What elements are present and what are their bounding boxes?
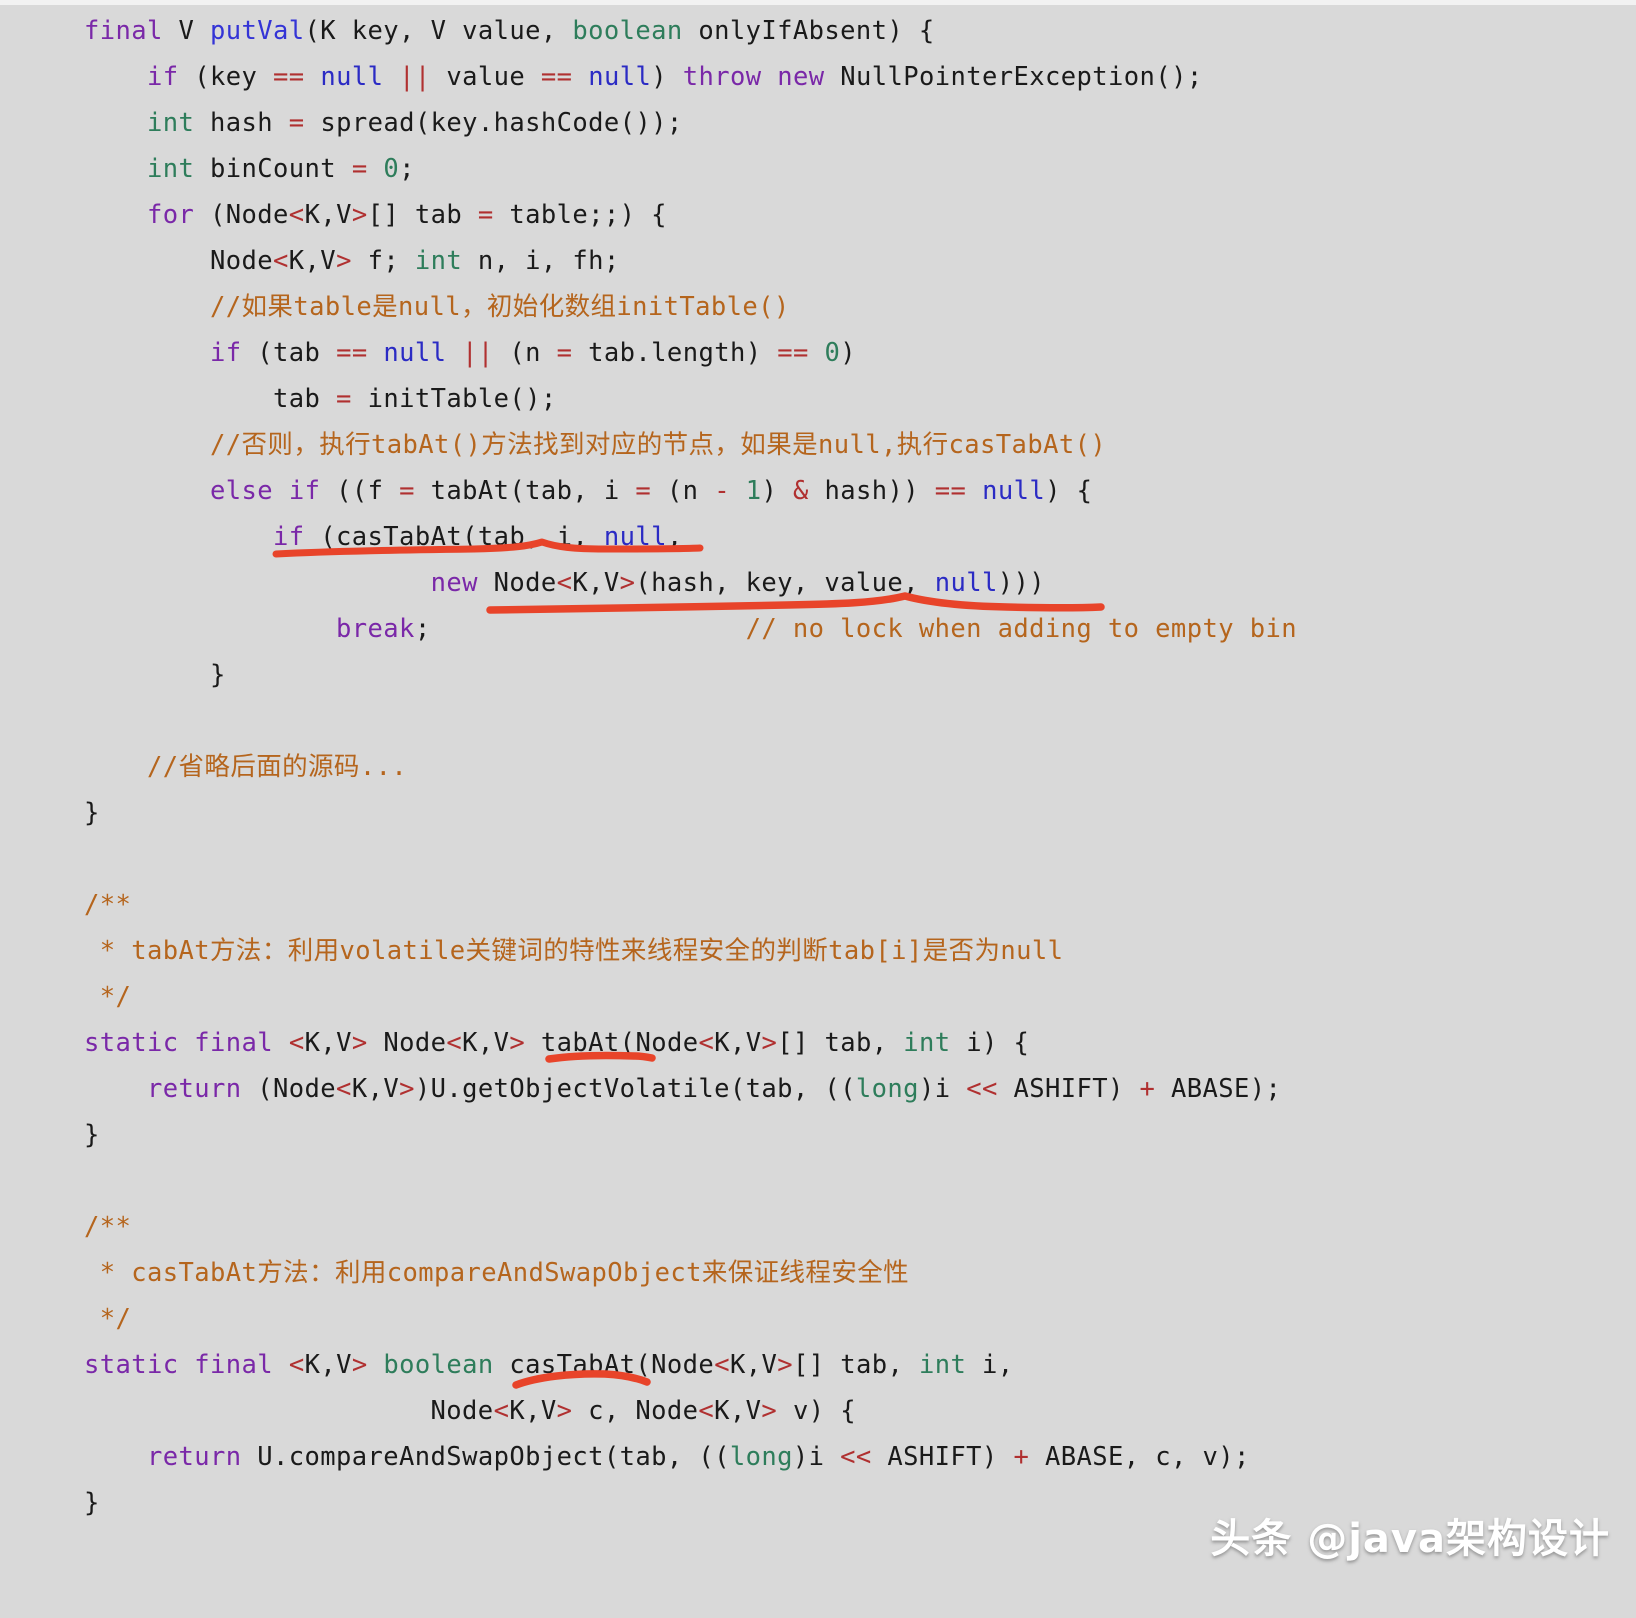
code-line: Node<K,V> c, Node<K,V> v) { bbox=[84, 1396, 856, 1426]
code-line-comment: */ bbox=[84, 1304, 132, 1334]
code-line: if (tab == null || (n = tab.length) == 0… bbox=[210, 338, 857, 368]
code-line: } bbox=[84, 1120, 100, 1150]
code-line-comment: /** bbox=[84, 890, 132, 920]
code-line: new Node<K,V>(hash, key, value, null))) bbox=[430, 568, 1045, 598]
code-line-comment: * tabAt方法：利用volatile关键词的特性来线程安全的判断tab[i]… bbox=[84, 936, 1064, 966]
code-line: if (key == null || value == null) throw … bbox=[147, 62, 1203, 92]
code-line: return (Node<K,V>)U.getObjectVolatile(ta… bbox=[147, 1074, 1282, 1104]
code-block: final V putVal(K key, V value, boolean o… bbox=[0, 0, 1636, 1526]
code-line: int binCount = 0; bbox=[147, 154, 415, 184]
code-line-comment: */ bbox=[84, 982, 132, 1012]
code-line-comment: /** bbox=[84, 1212, 132, 1242]
code-line-comment: * casTabAt方法：利用compareAndSwapObject来保证线程… bbox=[84, 1258, 910, 1288]
code-line: for (Node<K,V>[] tab = table;;) { bbox=[147, 200, 667, 230]
code-line-comment: //如果table是null，初始化数组initTable() bbox=[84, 292, 790, 322]
code-line: Node<K,V> f; int n, i, fh; bbox=[84, 246, 620, 276]
code-line: final V putVal(K key, V value, boolean o… bbox=[84, 16, 935, 46]
code-line: return U.compareAndSwapObject(tab, ((lon… bbox=[147, 1442, 1250, 1472]
code-line-comment: //省略后面的源码... bbox=[84, 752, 408, 782]
code-line: } bbox=[84, 798, 100, 828]
watermark: 头条 @java架构设计 bbox=[1210, 1516, 1610, 1562]
code-line-comment: //否则，执行tabAt()方法找到对应的节点，如果是null,执行casTab… bbox=[84, 430, 1107, 460]
code-screenshot: final V putVal(K key, V value, boolean o… bbox=[0, 0, 1636, 1618]
code-line: else if ((f = tabAt(tab, i = (n - 1) & h… bbox=[210, 476, 1093, 506]
code-line: if (casTabAt(tab, i, null, bbox=[273, 522, 683, 552]
code-line: break; // no lock when adding to empty b… bbox=[336, 614, 1297, 644]
code-line: int hash = spread(key.hashCode()); bbox=[147, 108, 683, 138]
code-line: tab = initTable(); bbox=[84, 384, 557, 414]
code-line: static final <K,V> boolean casTabAt(Node… bbox=[84, 1350, 1014, 1380]
code-line: static final <K,V> Node<K,V> tabAt(Node<… bbox=[84, 1028, 1030, 1058]
code-line: } bbox=[84, 660, 226, 690]
